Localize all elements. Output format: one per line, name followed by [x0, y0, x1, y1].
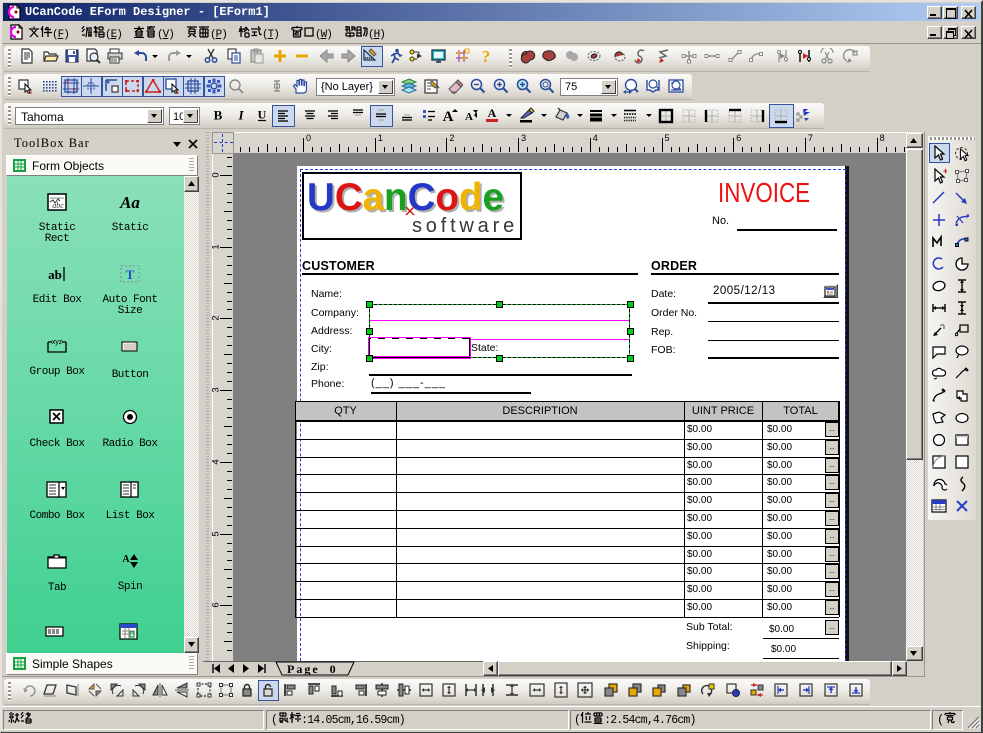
- svg-text:?: ?: [482, 48, 491, 64]
- svg-text:B: B: [214, 108, 223, 123]
- svg-text:A: A: [465, 111, 473, 123]
- svg-text:Aa: Aa: [119, 193, 140, 211]
- svg-text:T: T: [126, 267, 135, 282]
- svg-text:A: A: [488, 107, 497, 120]
- svg-text:A: A: [122, 554, 130, 565]
- svg-text:+: +: [943, 168, 947, 176]
- svg-text:U: U: [258, 108, 267, 122]
- svg-text:ab: ab: [48, 267, 62, 282]
- svg-text:A: A: [443, 109, 454, 123]
- svg-text:abc: abc: [52, 201, 64, 210]
- svg-text:xyz: xyz: [52, 339, 63, 346]
- svg-text:I: I: [237, 108, 244, 123]
